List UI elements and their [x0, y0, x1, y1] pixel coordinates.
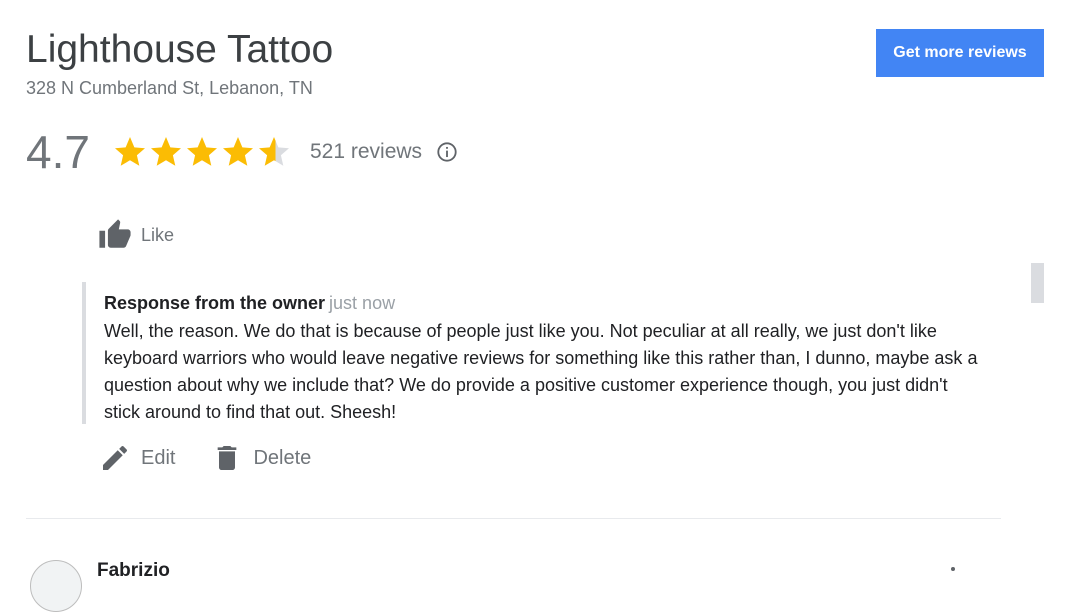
trash-icon — [218, 446, 237, 470]
owner-response-text: Well, the reason. We do that is because … — [104, 321, 978, 422]
edit-label: Edit — [141, 446, 176, 469]
scrollbar-thumb[interactable] — [1031, 263, 1044, 303]
business-name: Lighthouse Tattoo — [26, 28, 334, 71]
rating-value: 4.7 — [26, 126, 90, 178]
owner-response-author: Response from the owner — [104, 293, 326, 313]
reviews-count[interactable]: 521 reviews — [310, 140, 422, 164]
star-icon — [151, 137, 181, 166]
owner-response-time: just now — [329, 293, 396, 313]
business-address: 328 N Cumberland St, Lebanon, TN — [26, 78, 313, 98]
get-more-reviews-button[interactable]: Get more reviews — [876, 29, 1044, 77]
owner-response: Response from the owner just now Well, th… — [82, 282, 982, 424]
response-actions: Edit Delete — [99, 442, 347, 474]
thumbs-up-icon — [99, 219, 131, 248]
avatar[interactable] — [30, 560, 82, 612]
rating-summary: 4.7 521 reviews — [26, 122, 458, 182]
review-divider — [26, 518, 1001, 519]
star-icon — [115, 137, 145, 166]
star-icon — [223, 137, 253, 166]
more-options-icon[interactable] — [948, 566, 958, 580]
delete-button[interactable]: Delete — [211, 442, 311, 474]
info-icon[interactable] — [436, 141, 458, 163]
pencil-icon — [103, 445, 128, 470]
star-rating — [112, 134, 292, 170]
like-button[interactable]: Like — [97, 218, 174, 252]
star-icon — [187, 137, 217, 166]
star-half-icon — [259, 137, 289, 166]
edit-button[interactable]: Edit — [99, 442, 175, 474]
like-label: Like — [141, 224, 175, 245]
delete-label: Delete — [253, 446, 312, 469]
next-review-author[interactable]: Fabrizio — [97, 560, 170, 582]
